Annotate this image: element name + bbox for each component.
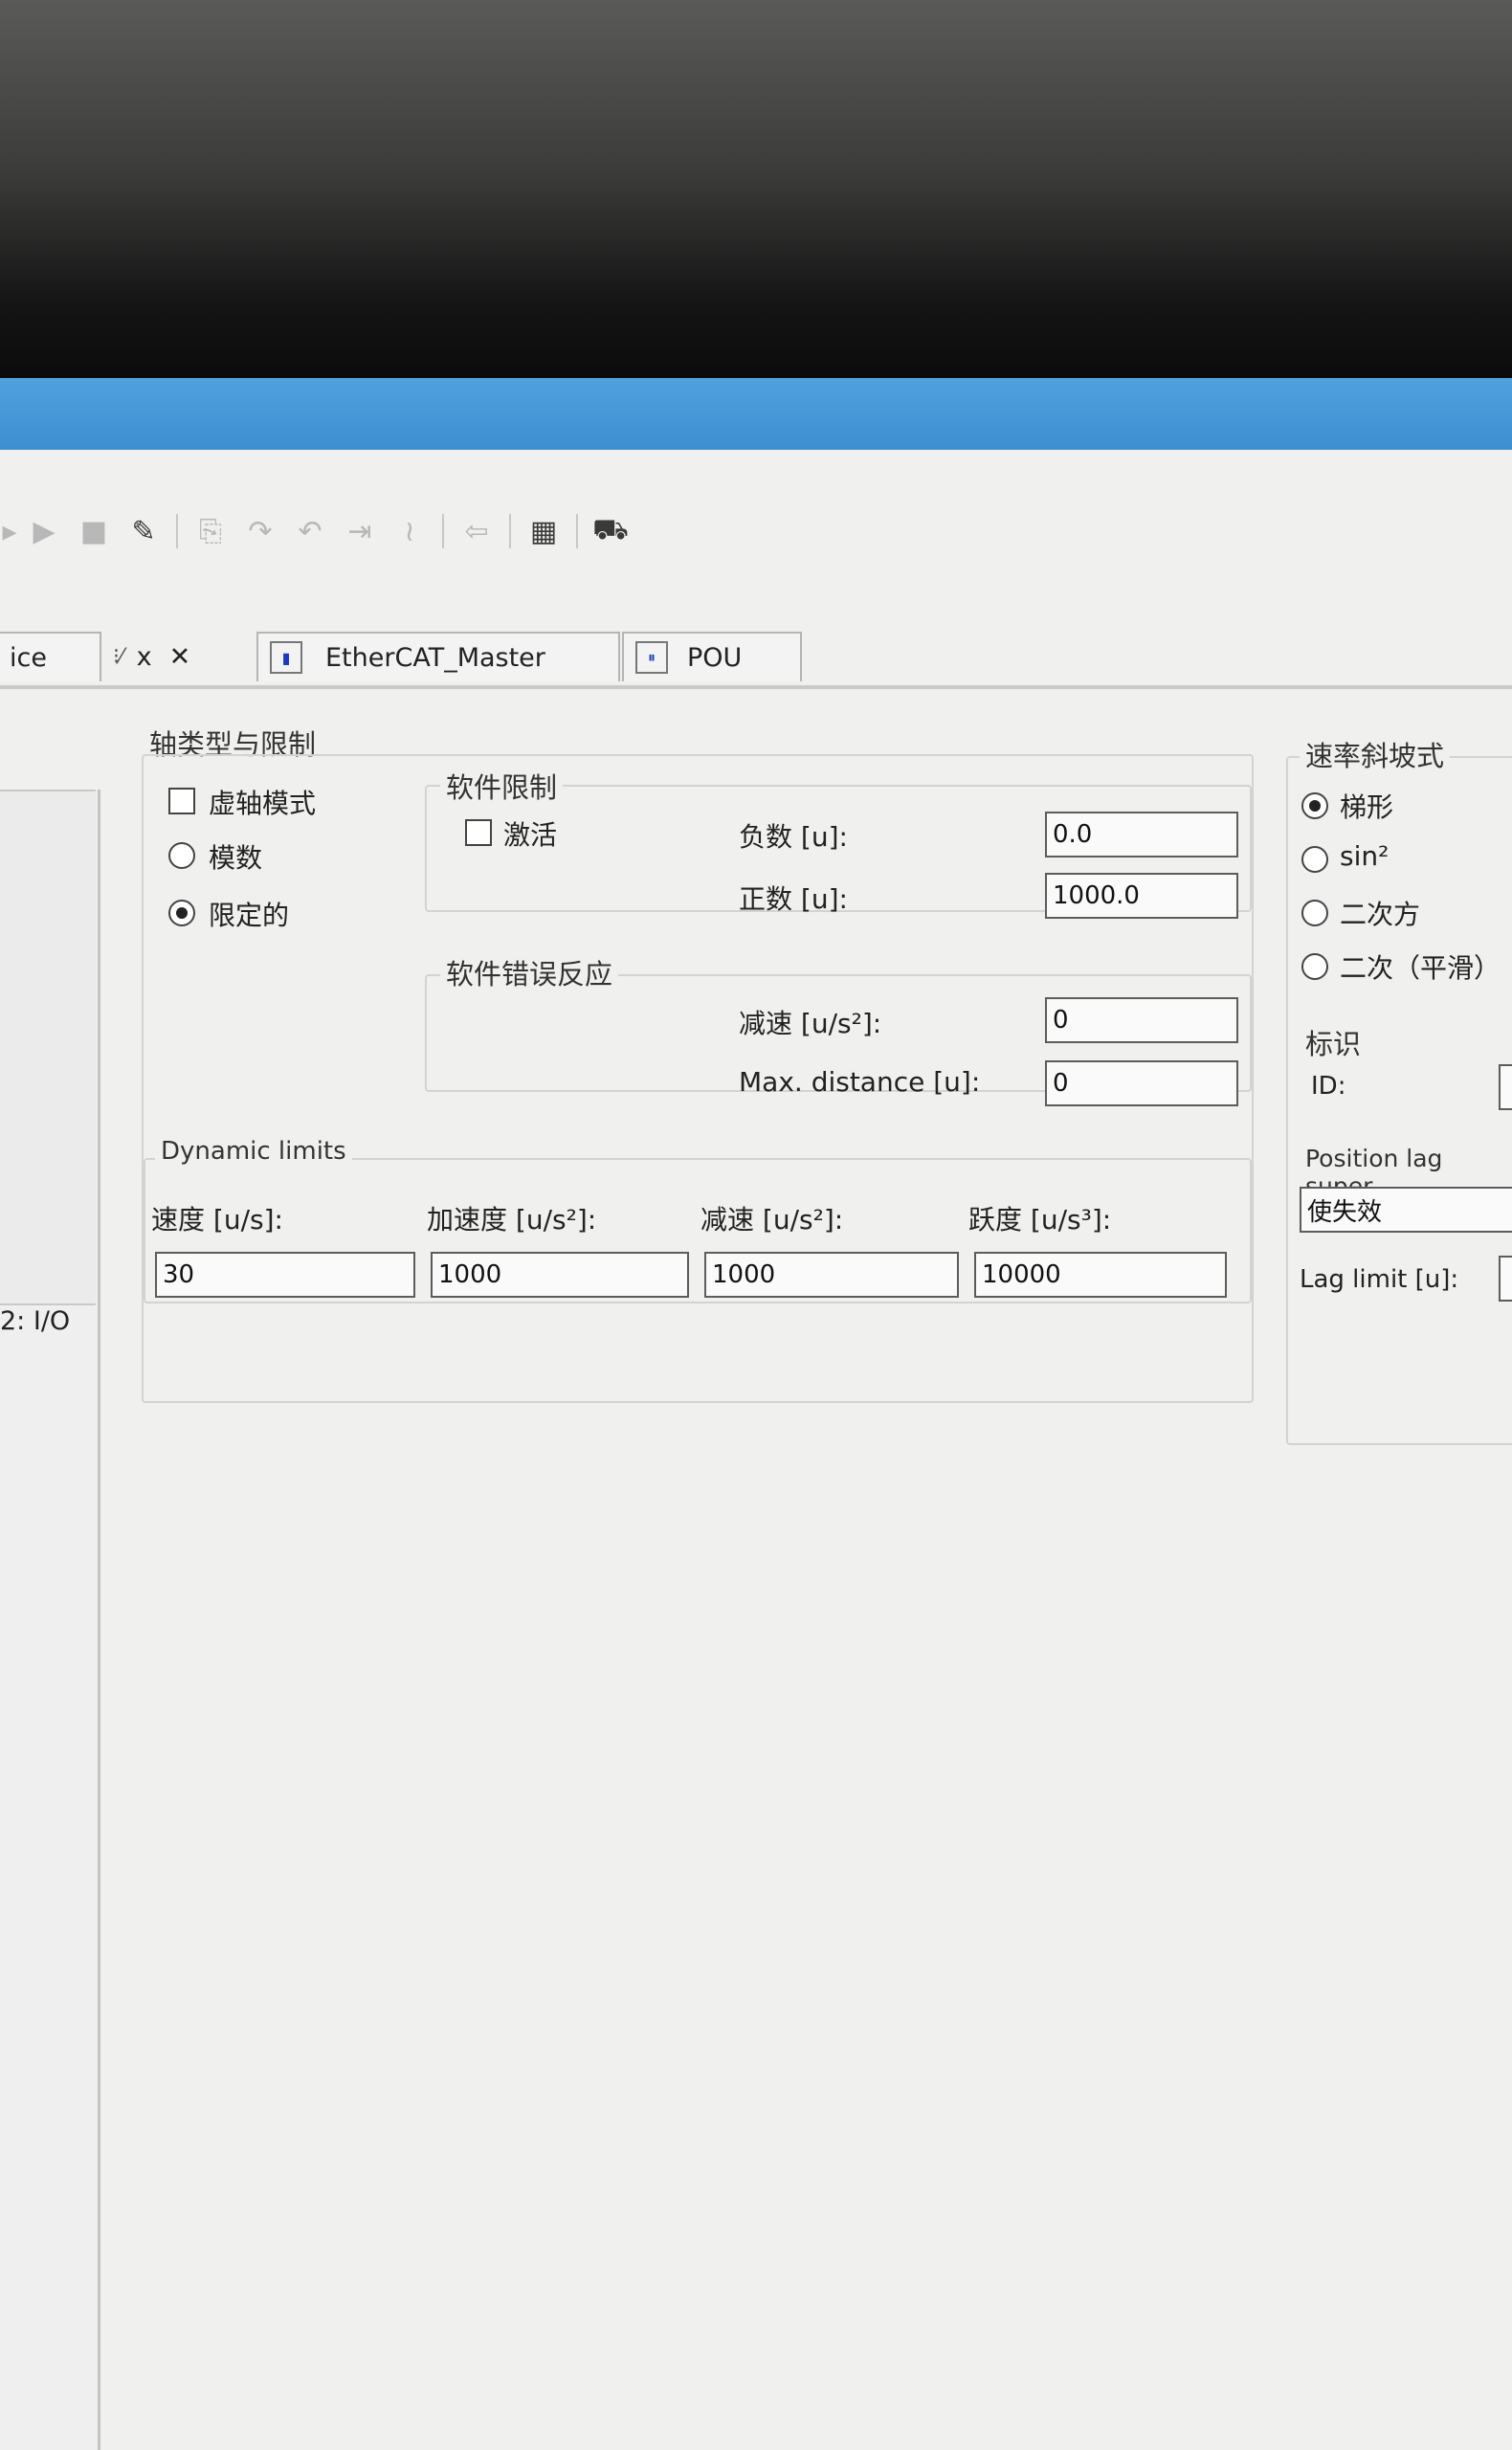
id-label: ID: <box>1311 1072 1346 1101</box>
tab-pou-label: POU <box>687 642 743 673</box>
max-distance-input[interactable] <box>1045 1060 1238 1106</box>
toolbar-separator <box>509 514 511 548</box>
stop-icon[interactable]: ■ <box>69 506 119 556</box>
device-tree-list[interactable] <box>0 790 96 1305</box>
editor-tab-strip: ice ⁝⁄ x ✕ ▮ EtherCAT_Master ⏸ POU <box>0 632 1512 689</box>
monitor-icon[interactable]: ▦ <box>519 506 568 556</box>
ethercat-icon: ▮ <box>270 641 302 674</box>
velocity-input[interactable] <box>155 1252 415 1298</box>
login-icon[interactable]: ⇦ <box>452 506 501 556</box>
tab-device[interactable]: ice <box>0 632 101 681</box>
tab-ethercat-master[interactable]: ▮ EtherCAT_Master <box>256 632 620 681</box>
toolbar: ▸ ▶ ■ ✎ ⎘ ↷ ↶ ⇥ ≀ ⇦ ▦ ⛟ <box>0 498 1512 565</box>
dynamic-limits-title: Dynamic limits <box>155 1137 352 1166</box>
cart-icon[interactable]: ⛟ <box>586 506 635 556</box>
ramp-sin2-label: sin² <box>1340 840 1390 872</box>
axis-icon: ⁝⁄ <box>113 644 123 669</box>
positive-limit-input[interactable] <box>1045 873 1238 919</box>
lag-limit-input-partial[interactable] <box>1499 1256 1512 1302</box>
software-limits-activate-label: 激活 <box>503 819 558 851</box>
window-title-bar[interactable] <box>0 378 1512 450</box>
flow-icon[interactable]: ≀ <box>385 506 434 556</box>
ramp-trapezoid-label: 梯形 <box>1340 791 1394 823</box>
io-label: 2: I/O <box>0 1306 71 1336</box>
ramp-quadratic-label: 二次方 <box>1340 899 1421 930</box>
velocity-label: 速度 [u/s]: <box>151 1204 283 1236</box>
ramp-quadratic-smooth-label: 二次（平滑） <box>1340 952 1501 984</box>
device-tree-panel: 2: I/O <box>0 790 100 2450</box>
toolbar-icon-partial[interactable]: ▸ <box>0 506 19 556</box>
tab-device-label: ice <box>10 642 47 673</box>
jerk-input[interactable] <box>974 1252 1227 1298</box>
step-over-icon[interactable]: ↷ <box>235 506 285 556</box>
monitor-bezel <box>0 0 1512 378</box>
error-decel-input[interactable] <box>1045 997 1238 1043</box>
negative-limit-input[interactable] <box>1045 812 1238 858</box>
max-distance-label: Max. distance [u]: <box>739 1066 981 1098</box>
acceleration-input[interactable] <box>431 1252 689 1298</box>
ramp-trapezoid-radio[interactable] <box>1301 792 1328 819</box>
positive-limit-label: 正数 [u]: <box>739 883 848 915</box>
ramp-quadratic-radio[interactable] <box>1301 900 1328 926</box>
toolbar-separator <box>442 514 444 548</box>
error-decel-label: 减速 [u/s²]: <box>739 1008 882 1039</box>
tab-pou[interactable]: ⏸ POU <box>622 632 802 681</box>
breakpoint-icon[interactable]: ⇥ <box>335 506 385 556</box>
id-input-partial[interactable] <box>1499 1064 1512 1110</box>
ramp-type-title: 速率斜坡式 <box>1300 734 1451 774</box>
negative-limit-label: 负数 [u]: <box>739 821 848 853</box>
tab-axis[interactable]: ⁝⁄ x ✕ <box>101 632 255 681</box>
deceleration-label: 减速 [u/s²]: <box>700 1204 844 1236</box>
jerk-label: 跃度 [u/s³]: <box>968 1204 1112 1236</box>
pou-icon: ⏸ <box>635 641 668 674</box>
wrench-icon[interactable]: ✎ <box>119 506 168 556</box>
software-limits-activate-checkbox[interactable] <box>465 819 492 846</box>
toolbar-separator <box>176 514 178 548</box>
ramp-sin2-radio[interactable] <box>1301 846 1328 873</box>
acceleration-label: 加速度 [u/s²]: <box>427 1204 597 1236</box>
lag-limit-label: Lag limit [u]: <box>1300 1265 1459 1294</box>
software-error-title: 软件错误反应 <box>440 952 619 992</box>
toolbar-separator <box>576 514 578 548</box>
tab-ethercat-label: EtherCAT_Master <box>325 642 545 673</box>
step-into-icon[interactable]: ⎘ <box>186 506 235 556</box>
close-icon[interactable]: ✕ <box>169 642 191 672</box>
position-lag-mode-select[interactable]: 使失效 <box>1300 1187 1512 1233</box>
software-limits-title: 软件限制 <box>440 766 564 806</box>
step-out-icon[interactable]: ↶ <box>285 506 335 556</box>
identification-title: 标识 <box>1300 1022 1367 1062</box>
run-icon[interactable]: ▶ <box>19 506 69 556</box>
tab-close-small[interactable]: x <box>137 642 152 672</box>
deceleration-input[interactable] <box>704 1252 959 1298</box>
application-window: ▸ ▶ ■ ✎ ⎘ ↷ ↶ ⇥ ≀ ⇦ ▦ ⛟ ice ⁝⁄ x ✕ ▮ Eth… <box>0 450 1512 2450</box>
ramp-quadratic-smooth-radio[interactable] <box>1301 953 1328 980</box>
